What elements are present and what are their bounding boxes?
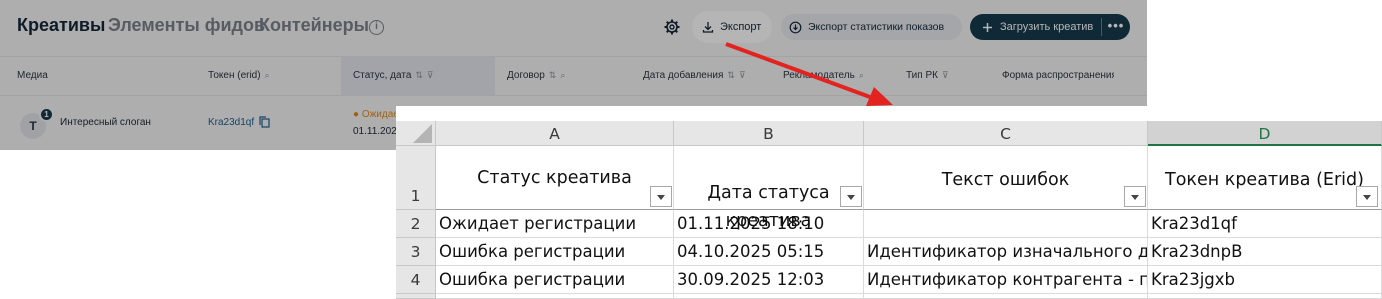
table-cell[interactable] [864,294,1148,299]
table-cell[interactable] [1148,294,1382,299]
filter-dropdown-a[interactable] [650,186,672,207]
header-cell-status-date[interactable]: Дата статуса креатива [674,146,864,231]
row-header-5[interactable] [396,294,436,299]
more-actions-button[interactable]: ••• [1102,14,1130,40]
export-stats-button[interactable]: Экспорт статистики показов [781,14,962,40]
table-cell[interactable] [864,210,1148,238]
header-token-label: Токен креатива (Erid) [1165,170,1364,190]
excel-sheet: A B C D 1 2 3 4 Статус креатива Дата ста… [396,106,1382,299]
row-header-2[interactable]: 2 [396,210,436,238]
export-button-label: Экспорт [720,21,762,33]
table-cell[interactable]: Идентификатор изначального договора [864,238,1148,266]
tab-creatives[interactable]: Креативы [17,15,105,36]
search-icon[interactable]: ⌕ [560,70,565,81]
table-cell[interactable]: 04.10.2025 05:15 [674,238,864,266]
upload-creative-button[interactable]: Загрузить креатив [970,14,1101,40]
upload-creative-group: Загрузить креатив ••• [970,14,1130,40]
col-advertiser[interactable]: Рекламодатель ⌕ [783,70,864,81]
table-cell[interactable]: Ожидает регистрации [436,210,674,238]
stats-export-icon [789,21,802,33]
app-topbar: Креативы Элементы фидов Контейнеры i Экс… [0,0,1147,56]
col-campaign-type-label: Тип РК [906,70,938,81]
creative-name[interactable]: Интересный слоган [60,117,151,128]
col-date-added-label: Дата добавления [643,70,724,81]
col-contract-label: Договор [507,70,545,81]
col-distribution-label: Форма распространения [1002,70,1114,81]
search-icon[interactable]: ⌕ [265,70,270,81]
upload-creative-label: Загрузить креатив [1000,21,1094,33]
select-all-triangle [413,124,432,143]
filter-icon[interactable]: ⊽ [942,70,949,81]
col-date-added[interactable]: Дата добавления ⇅ ⊽ [643,70,746,81]
column-header-a[interactable]: A [436,121,674,146]
row-header-3[interactable]: 3 [396,238,436,266]
table-cell[interactable] [674,294,864,299]
col-token-label: Токен (erid) [208,70,261,81]
export-stats-label: Экспорт статистики показов [808,21,945,33]
export-button[interactable]: Экспорт [692,11,772,43]
tab-containers[interactable]: Контейнеры [259,15,369,36]
filter-dropdown-c[interactable] [1124,186,1146,207]
sort-icon[interactable]: ⇅ [727,70,735,81]
status-date: 01.11.2025 [353,126,403,137]
filter-dropdown-d[interactable] [1356,186,1378,207]
table-cell[interactable]: Ошибка регистрации [436,238,674,266]
table-cell[interactable]: 30.09.2025 12:03 [674,266,864,294]
table-cell[interactable]: Ошибка регистрации [436,266,674,294]
column-header-b[interactable]: B [674,121,864,146]
gear-icon[interactable] [664,19,680,35]
header-status-label: Статус креатива [477,168,632,188]
filter-dropdown-b[interactable] [840,186,862,207]
col-token[interactable]: Токен (erid) ⌕ [208,70,270,81]
table-cell[interactable] [436,294,674,299]
row-header-4[interactable]: 4 [396,266,436,294]
column-header-c[interactable]: C [864,121,1148,146]
header-errors-label: Текст ошибок [941,170,1070,190]
sort-icon[interactable]: ⇅ [415,70,423,81]
col-contract[interactable]: Договор ⇅ ⌕ [507,70,565,81]
col-distribution-form[interactable]: Форма распространения [1002,70,1114,81]
search-icon[interactable]: ⌕ [859,70,864,81]
row-header-1[interactable]: 1 [396,146,436,210]
plus-icon [983,22,992,32]
col-advertiser-label: Рекламодатель [783,70,855,81]
table-cell[interactable]: Идентификатор контрагента - п [864,266,1148,294]
col-media[interactable]: Медиа [17,70,48,81]
col-status-label: Статус, дата [353,70,412,81]
filter-icon[interactable]: ⊽ [739,70,746,81]
col-campaign-type[interactable]: Тип РК ⊽ [906,70,949,81]
filter-icon[interactable]: ⊽ [427,70,434,81]
table-cell[interactable]: 01.11.2025 18:10 [674,210,864,238]
table-cell[interactable]: Kra23dnpB [1148,238,1382,266]
download-icon [702,22,714,33]
col-status-date[interactable]: Статус, дата ⇅ ⊽ [353,70,434,81]
token-link[interactable]: Kra23d1qf [208,117,254,128]
header-cell-token[interactable]: Токен креатива (Erid) [1148,146,1382,210]
column-header-d[interactable]: D [1148,121,1382,146]
tab-feed-elements[interactable]: Элементы фидов [108,15,265,36]
header-cell-status[interactable]: Статус креатива [436,146,674,210]
avatar-badge: 1 [39,107,54,122]
copy-icon[interactable] [259,116,270,128]
table-cell[interactable]: Kra23d1qf [1148,210,1382,238]
table-header: Медиа Токен (erid) ⌕ Статус, дата ⇅ ⊽ До… [0,56,1147,96]
sort-icon[interactable]: ⇅ [549,70,557,81]
header-cell-errors[interactable]: Текст ошибок [864,146,1148,210]
col-media-label: Медиа [17,70,48,81]
table-cell[interactable]: Kra23jgxb [1148,266,1382,294]
info-icon[interactable]: i [369,20,384,35]
